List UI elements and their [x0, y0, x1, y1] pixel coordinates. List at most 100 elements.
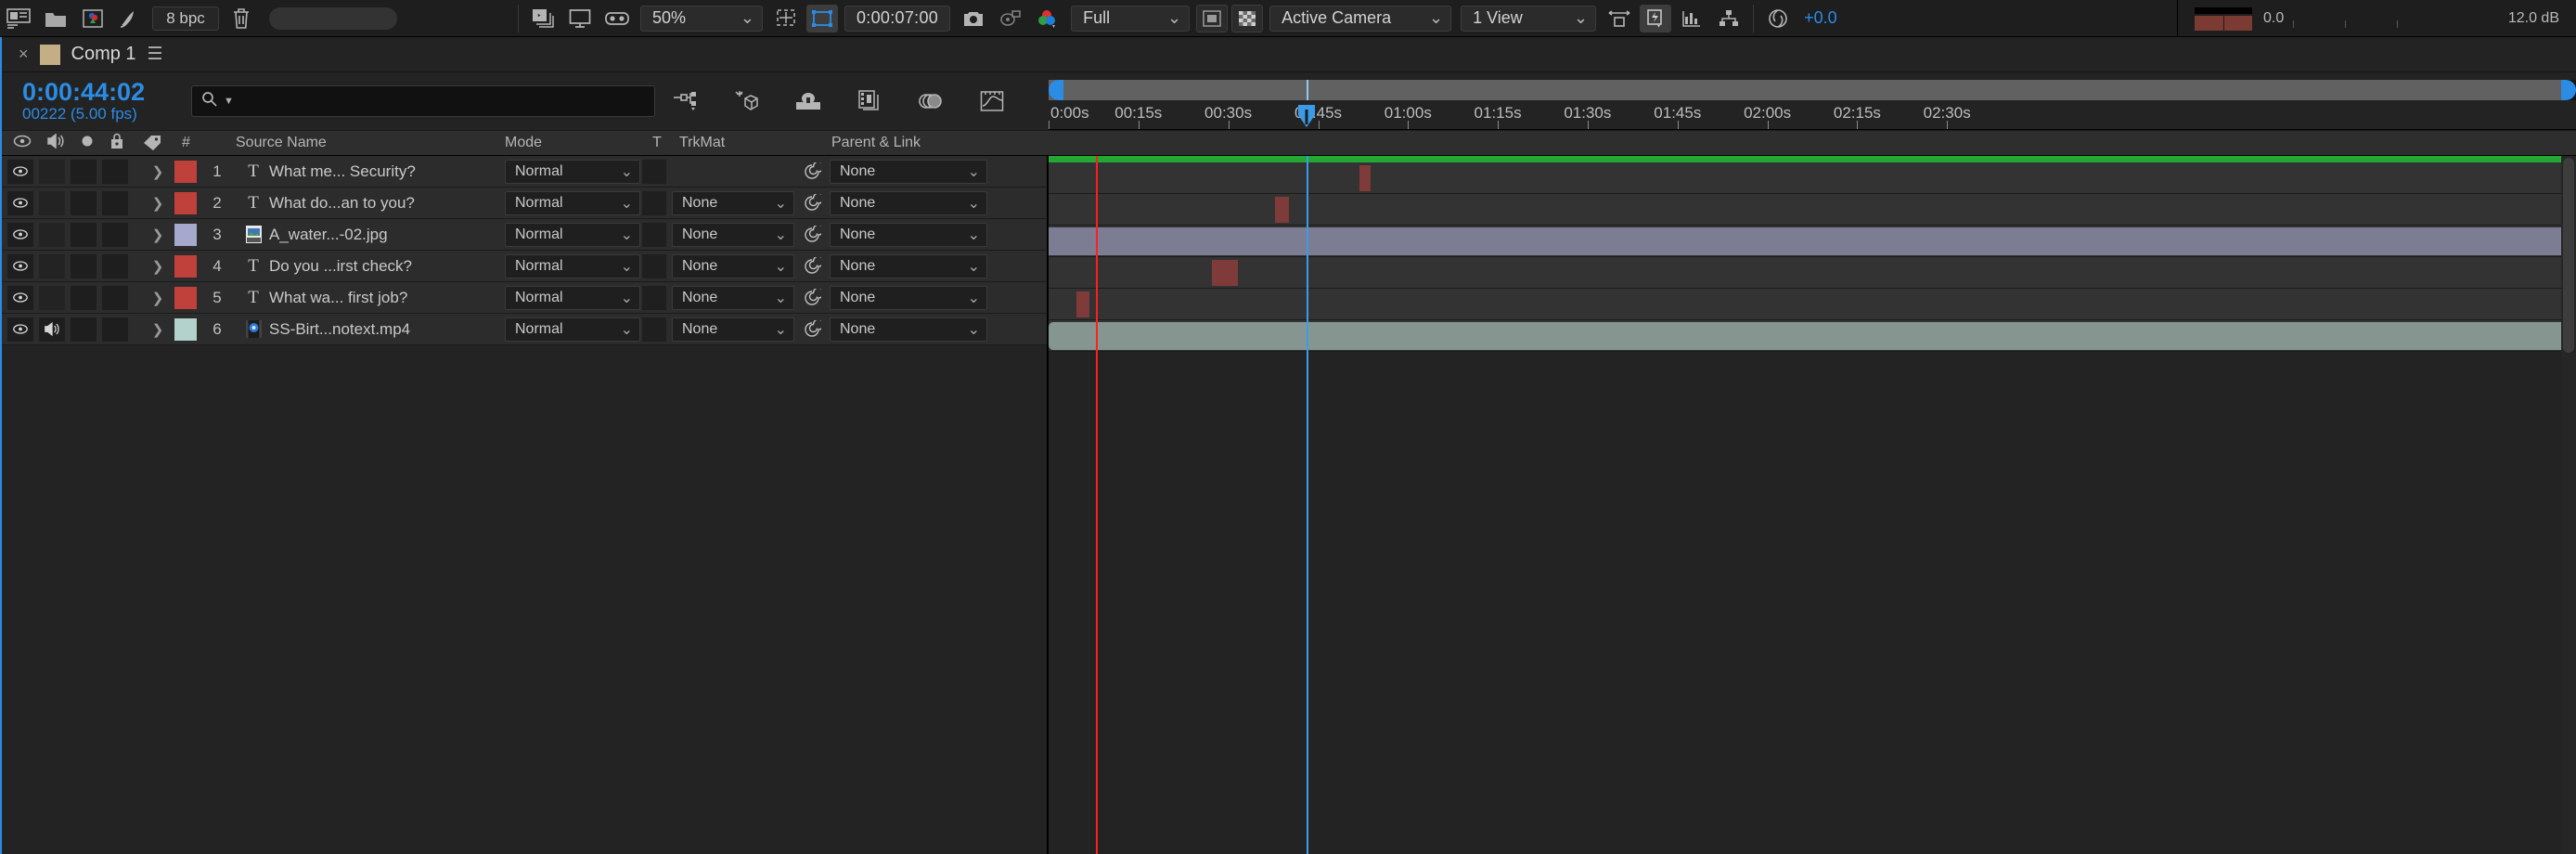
layer-video-toggle-eye-icon[interactable]	[7, 190, 33, 215]
layer-parent-select[interactable]: None ⌄	[830, 222, 987, 247]
region-of-interest-icon[interactable]	[806, 4, 838, 32]
layer-duration-bar[interactable]	[1211, 260, 1239, 286]
close-icon[interactable]: ×	[19, 45, 29, 64]
layer-row[interactable]: ❯ 6 SS-Birt...notext.mp4 Normal ⌄ None ⌄ None ⌄	[2, 314, 1047, 345]
layer-source-name[interactable]: What wa... first job?	[269, 289, 501, 307]
layer-row[interactable]: ❯ 1 T What me... Security? Normal ⌄ None ⌄	[2, 156, 1047, 188]
layer-blend-mode-select[interactable]: Normal ⌄	[505, 285, 640, 310]
layer-parent-select[interactable]: None ⌄	[830, 253, 987, 278]
resolution-select[interactable]: Full ⌄	[1071, 5, 1191, 32]
vertical-scrollbar[interactable]	[2561, 156, 2576, 854]
layer-lock-toggle[interactable]	[102, 285, 128, 310]
layer-expand-chevron-right-icon[interactable]: ❯	[141, 195, 174, 212]
layer-lock-toggle[interactable]	[102, 253, 128, 278]
track-row[interactable]	[1049, 320, 2561, 352]
workspace-icon[interactable]	[0, 0, 37, 37]
search-input[interactable]	[238, 93, 645, 110]
work-area-start-handle[interactable]	[1049, 80, 1063, 100]
layer-audio-toggle-icon[interactable]	[39, 190, 65, 215]
track-row[interactable]	[1049, 226, 2561, 257]
layer-source-name[interactable]: A_water...-02.jpg	[269, 226, 501, 244]
flowchart-icon[interactable]	[1710, 0, 1747, 37]
search-pill[interactable]	[269, 6, 397, 30]
hide-shy-layers-icon[interactable]	[778, 72, 839, 130]
layer-blend-mode-select[interactable]: Normal ⌄	[505, 317, 640, 342]
composition-mini-flowchart-icon[interactable]	[655, 72, 716, 130]
time-ruler[interactable]: 0:00s 00:15s 00:30s 00:45s 01:00s 01:15s 01:30…	[1049, 100, 2576, 130]
layer-source-name[interactable]: What me... Security?	[269, 162, 501, 181]
layer-expand-chevron-right-icon[interactable]: ❯	[141, 226, 174, 243]
layer-expand-chevron-right-icon[interactable]: ❯	[141, 258, 174, 275]
layer-lock-toggle[interactable]	[102, 317, 128, 342]
layer-duration-bar[interactable]	[1076, 291, 1090, 317]
layer-solo-toggle[interactable]	[71, 317, 97, 342]
panel-menu-icon[interactable]: ☰	[148, 44, 163, 65]
column-header-t[interactable]: T	[644, 135, 670, 151]
layer-duration-bar[interactable]	[1049, 227, 2561, 255]
zoom-select[interactable]: 50% ⌄	[640, 5, 763, 32]
layer-lock-toggle[interactable]	[102, 190, 128, 215]
layer-expand-chevron-right-icon[interactable]: ❯	[141, 290, 174, 306]
layer-duration-bar[interactable]	[1359, 165, 1372, 191]
mask-icon[interactable]	[1196, 4, 1229, 32]
layer-label-color[interactable]	[174, 160, 197, 183]
timeline-ruler-area[interactable]: 0:00s 00:15s 00:30s 00:45s 01:00s 01:15s 01:30…	[1049, 72, 2576, 130]
transparency-grid-icon[interactable]	[1231, 4, 1264, 32]
layer-solo-toggle[interactable]	[71, 159, 97, 184]
layer-expand-chevron-right-icon[interactable]: ❯	[141, 321, 174, 338]
layer-blend-mode-select[interactable]: Normal ⌄	[505, 222, 640, 247]
layer-audio-toggle-icon[interactable]	[39, 159, 65, 184]
bit-depth-field[interactable]: 8 bpc	[152, 6, 219, 31]
layer-video-toggle-eye-icon[interactable]	[7, 285, 33, 310]
work-area-bar[interactable]	[1049, 80, 2561, 100]
search-input-wrapper[interactable]: ▼	[191, 85, 655, 117]
layer-duration-bar[interactable]	[1274, 197, 1290, 223]
layer-row[interactable]: ❯ 3 A_water...-02.jpg Normal ⌄ None ⌄ None ⌄	[2, 219, 1047, 251]
layer-source-name[interactable]: SS-Birt...notext.mp4	[269, 320, 501, 339]
parent-pickwhip-icon[interactable]	[794, 256, 830, 276]
tracks-pane[interactable]	[1049, 156, 2576, 854]
preserve-transparency-box[interactable]	[642, 285, 666, 310]
search-dropdown-arrow-icon[interactable]: ▼	[224, 96, 234, 107]
layer-source-name[interactable]: What do...an to you?	[269, 194, 501, 213]
layer-preserve-transparency-cell[interactable]	[640, 222, 668, 247]
layer-trkmat-select[interactable]: None ⌄	[672, 285, 794, 310]
layer-label-color[interactable]	[174, 254, 197, 278]
column-header-mode[interactable]: Mode	[496, 135, 644, 151]
layer-solo-toggle[interactable]	[71, 253, 97, 278]
layer-trkmat-select[interactable]: None ⌄	[672, 190, 794, 215]
parent-pickwhip-icon[interactable]	[794, 193, 830, 213]
project-media-icon[interactable]	[74, 0, 111, 37]
layer-lock-toggle[interactable]	[102, 222, 128, 247]
view-layout-select[interactable]: 1 View ⌄	[1461, 5, 1597, 32]
layer-label-color[interactable]	[174, 223, 197, 246]
preview-timecode[interactable]: 0:00:07:00	[844, 5, 951, 32]
monitor-icon[interactable]	[561, 0, 599, 37]
layer-video-toggle-eye-icon[interactable]	[7, 222, 33, 247]
column-header-number[interactable]: #	[173, 135, 223, 151]
preserve-transparency-box[interactable]	[642, 253, 666, 278]
layer-label-color[interactable]	[174, 317, 197, 341]
layer-preserve-transparency-cell[interactable]	[640, 317, 668, 342]
column-header-source-name[interactable]: Source Name	[223, 135, 496, 151]
preserve-transparency-box[interactable]	[642, 159, 666, 184]
track-row[interactable]	[1049, 194, 2561, 226]
layer-solo-toggle[interactable]	[71, 222, 97, 247]
layer-blend-mode-select[interactable]: Normal ⌄	[505, 190, 640, 215]
layer-row[interactable]: ❯ 4 T Do you ...irst check? Normal ⌄ None ⌄ None…	[2, 251, 1047, 282]
preserve-transparency-box[interactable]	[642, 190, 666, 215]
frame-blending-icon[interactable]	[839, 72, 900, 130]
layer-trkmat-select[interactable]: None ⌄	[672, 222, 794, 247]
layer-lock-toggle[interactable]	[102, 159, 128, 184]
layer-video-toggle-eye-icon[interactable]	[7, 159, 33, 184]
layer-row[interactable]: ❯ 2 T What do...an to you? Normal ⌄ None ⌄ None ⌄	[2, 188, 1047, 219]
scrollbar-thumb[interactable]	[2563, 158, 2574, 353]
parent-pickwhip-icon[interactable]	[794, 319, 830, 339]
layer-preserve-transparency-cell[interactable]	[640, 253, 668, 278]
layer-audio-toggle-icon[interactable]	[39, 317, 65, 342]
trash-icon[interactable]	[223, 0, 260, 37]
folder-icon[interactable]	[37, 0, 74, 37]
layer-expand-chevron-right-icon[interactable]: ❯	[141, 163, 174, 180]
layer-video-toggle-eye-icon[interactable]	[7, 317, 33, 342]
layer-audio-toggle-icon[interactable]	[39, 285, 65, 310]
